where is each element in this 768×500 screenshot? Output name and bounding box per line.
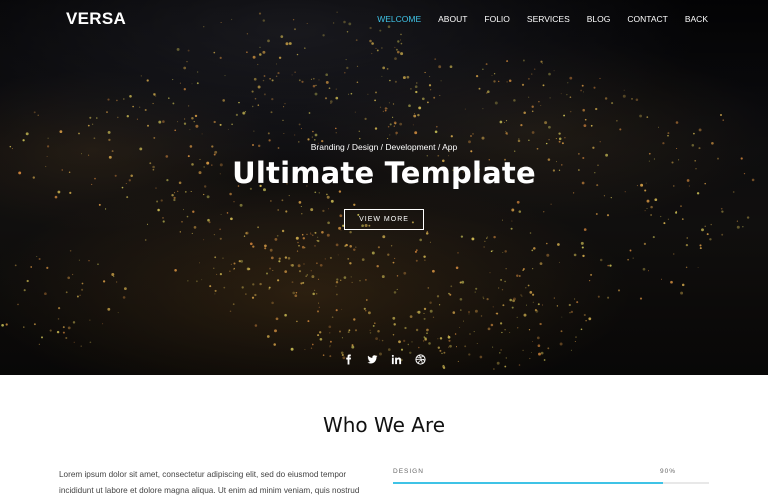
facebook-icon[interactable]: [342, 353, 354, 365]
skill-label: DESIGN: [393, 468, 424, 475]
skill-track: [393, 482, 709, 484]
about-paragraph: Lorem ipsum dolor sit amet, consectetur …: [59, 470, 360, 495]
hero-section: VERSA WELCOME ABOUT FOLIO SERVICES BLOG …: [0, 0, 768, 375]
section-title: Who We Are: [322, 413, 446, 437]
twitter-icon[interactable]: [366, 353, 378, 365]
hero-subtitle: Branding / Design / Development / App: [310, 142, 458, 152]
hero-title: Ultimate Template: [232, 156, 536, 190]
skill-bar-design: DESIGN 90%: [393, 468, 709, 484]
skill-header: DESIGN 90%: [393, 468, 709, 475]
linkedin-icon[interactable]: [390, 353, 402, 365]
about-section: Who We Are Lorem ipsum dolor sit amet, c…: [0, 375, 768, 500]
dribbble-icon[interactable]: [414, 353, 426, 365]
hero-content: Branding / Design / Development / App Ul…: [0, 0, 768, 375]
skill-percent: 90%: [659, 468, 676, 475]
skill-fill: [393, 482, 664, 484]
view-more-button[interactable]: VIEW MORE: [344, 209, 424, 230]
social-links: [0, 353, 768, 365]
